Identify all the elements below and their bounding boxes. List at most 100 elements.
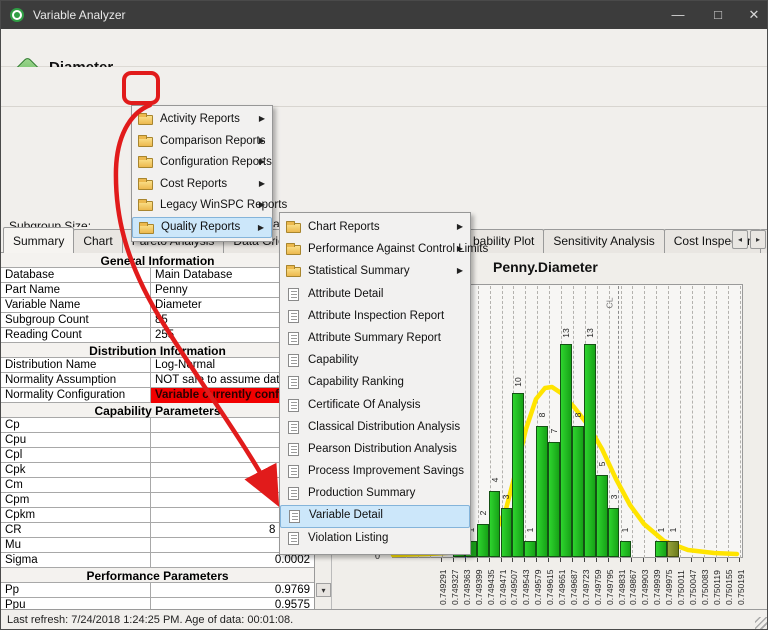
menu-item-label: Capability Ranking xyxy=(308,376,404,388)
menu-item-chart-reports[interactable]: Chart Reports ▶ xyxy=(280,217,470,239)
tab-sensitivity-analysis[interactable]: Sensitivity Analysis xyxy=(543,229,664,253)
menu-item-cost-reports[interactable]: Cost Reports▶ xyxy=(132,174,272,196)
histogram-bar xyxy=(667,541,679,557)
x-tick-label: 0.749939 xyxy=(652,561,662,605)
gridline xyxy=(621,286,622,558)
tab-summary[interactable]: Summary xyxy=(3,227,74,253)
submenu-arrow-icon: ▶ xyxy=(259,179,265,188)
table-row: Sigma0.0002 xyxy=(1,553,314,568)
bar-count-label: 13 xyxy=(585,325,595,341)
maximize-button[interactable]: □ xyxy=(701,1,735,29)
gridline xyxy=(728,286,729,558)
submenu-arrow-icon: ▶ xyxy=(457,244,463,253)
folder-icon xyxy=(139,224,154,234)
table-row: Cpu xyxy=(1,433,314,448)
settings-panel: Subgroup Size: Subrange Size: ables its … xyxy=(1,107,768,227)
gridline xyxy=(525,286,526,558)
variable-analyzer-window: Variable Analyzer — □ ✕ V Diameter \Penn… xyxy=(0,0,768,630)
x-tick-label: 0.749363 xyxy=(462,561,472,605)
table-row: Subgroup Count85 xyxy=(1,313,314,328)
minimize-button[interactable]: — xyxy=(661,1,695,29)
menu-item-variable-detail[interactable]: Variable Detail xyxy=(280,505,470,527)
table-section-header: General Information xyxy=(1,253,314,268)
histogram-bar xyxy=(655,541,667,557)
table-row: Cm xyxy=(1,478,314,493)
x-tick-label: 0.749687 xyxy=(569,561,579,605)
histogram-bar xyxy=(501,508,513,557)
menu-item-label: Chart Reports xyxy=(308,221,380,233)
menu-item-attribute-summary-report[interactable]: Attribute Summary Report xyxy=(280,328,470,350)
summary-table: General InformationDatabaseMain Database… xyxy=(1,253,315,609)
row-label: Part Name xyxy=(1,283,151,298)
menu-item-attribute-inspection-report[interactable]: Attribute Inspection Report xyxy=(280,306,470,328)
report-icon xyxy=(288,399,299,412)
menu-item-classical-distribution-analysis[interactable]: Classical Distribution Analysis xyxy=(280,417,470,439)
menu-item-configuration-reports[interactable]: Configuration Reports▶ xyxy=(132,152,272,174)
x-tick-label: 0.749975 xyxy=(664,561,674,605)
toolbar: ↻◷✎[...]↺▾? xyxy=(1,67,768,107)
table-row: Cpk xyxy=(1,463,314,478)
menu-item-label: Pearson Distribution Analysis xyxy=(308,443,457,455)
x-tick-label: 0.750047 xyxy=(688,561,698,605)
x-tick-label: 0.749327 xyxy=(450,561,460,605)
menu-item-certificate-of-analysis[interactable]: Certificate Of Analysis xyxy=(280,395,470,417)
row-label: Sigma xyxy=(1,553,151,568)
table-row: Cpl xyxy=(1,448,314,463)
report-icon xyxy=(288,443,299,456)
x-tick-label: 0.749579 xyxy=(533,561,543,605)
menu-item-comparison-reports[interactable]: Comparison Reports▶ xyxy=(132,131,272,153)
submenu-arrow-icon: ▶ xyxy=(457,266,463,275)
menu-item-attribute-detail[interactable]: Attribute Detail xyxy=(280,284,470,306)
histogram-bar xyxy=(584,344,596,557)
menu-item-label: Comparison Reports xyxy=(160,135,265,147)
report-icon xyxy=(288,376,299,389)
row-label: Variable Name xyxy=(1,298,151,313)
gridline xyxy=(632,286,633,558)
submenu-arrow-icon: ▶ xyxy=(259,200,265,209)
x-tick-label: 0.749399 xyxy=(474,561,484,605)
gridline xyxy=(656,286,657,558)
row-label: CR xyxy=(1,523,151,538)
menu-item-performance-against-control-limits[interactable]: Performance Against Control Limits▶ xyxy=(280,239,470,261)
table-row: Part NamePenny xyxy=(1,283,314,298)
menu-item-label: Production Summary xyxy=(308,487,415,499)
table-row: Cpkm xyxy=(1,508,314,523)
bar-count-label: 3 xyxy=(501,489,511,505)
gridline xyxy=(704,286,705,558)
scroll-down-icon[interactable]: ▾ xyxy=(316,583,331,597)
histogram-bar xyxy=(596,475,608,557)
menu-item-quality-reports[interactable]: Quality Reports▶ xyxy=(132,217,272,239)
window-title: Variable Analyzer xyxy=(33,8,126,22)
row-label: Cp xyxy=(1,418,151,433)
app-logo-icon xyxy=(10,8,24,22)
menu-item-production-summary[interactable]: Production Summary xyxy=(280,483,470,505)
histogram-bar xyxy=(489,491,501,557)
menu-item-process-improvement-savings[interactable]: Process Improvement Savings xyxy=(280,461,470,483)
row-label: Cm xyxy=(1,478,151,493)
bar-count-label: 1 xyxy=(668,522,678,538)
tab-scroll-right-button[interactable]: ▸ xyxy=(750,230,766,249)
submenu-arrow-icon: ▶ xyxy=(457,222,463,231)
menu-item-statistical-summary[interactable]: Statistical Summary▶ xyxy=(280,261,470,283)
menu-item-legacy-winspc-reports[interactable]: Legacy WinSPC Reports▶ xyxy=(132,195,272,217)
gridline xyxy=(668,286,669,558)
submenu-arrow-icon: ▶ xyxy=(258,223,264,232)
cl-label: CL xyxy=(604,298,614,309)
tab-chart[interactable]: Chart xyxy=(73,229,122,253)
close-button[interactable]: ✕ xyxy=(737,1,768,29)
menu-item-activity-reports[interactable]: Activity Reports▶ xyxy=(132,109,272,131)
menu-item-capability[interactable]: Capability xyxy=(280,350,470,372)
resize-grip[interactable] xyxy=(755,617,767,629)
x-tick-label: 0.749903 xyxy=(640,561,650,605)
menu-item-pearson-distribution-analysis[interactable]: Pearson Distribution Analysis xyxy=(280,439,470,461)
row-label: Cpkm xyxy=(1,508,151,523)
tab-scroll-left-button[interactable]: ◂ xyxy=(732,230,748,249)
menu-item-violation-listing[interactable]: Violation Listing xyxy=(280,528,470,550)
status-bar: Last refresh: 7/24/2018 1:24:25 PM. Age … xyxy=(1,609,768,630)
menu-item-capability-ranking[interactable]: Capability Ranking xyxy=(280,372,470,394)
row-label: Subgroup Count xyxy=(1,313,151,328)
bar-count-label: 1 xyxy=(620,522,630,538)
row-label: Pp xyxy=(1,583,151,598)
table-row: Mu xyxy=(1,538,314,553)
menu-item-label: Capability xyxy=(308,354,359,366)
